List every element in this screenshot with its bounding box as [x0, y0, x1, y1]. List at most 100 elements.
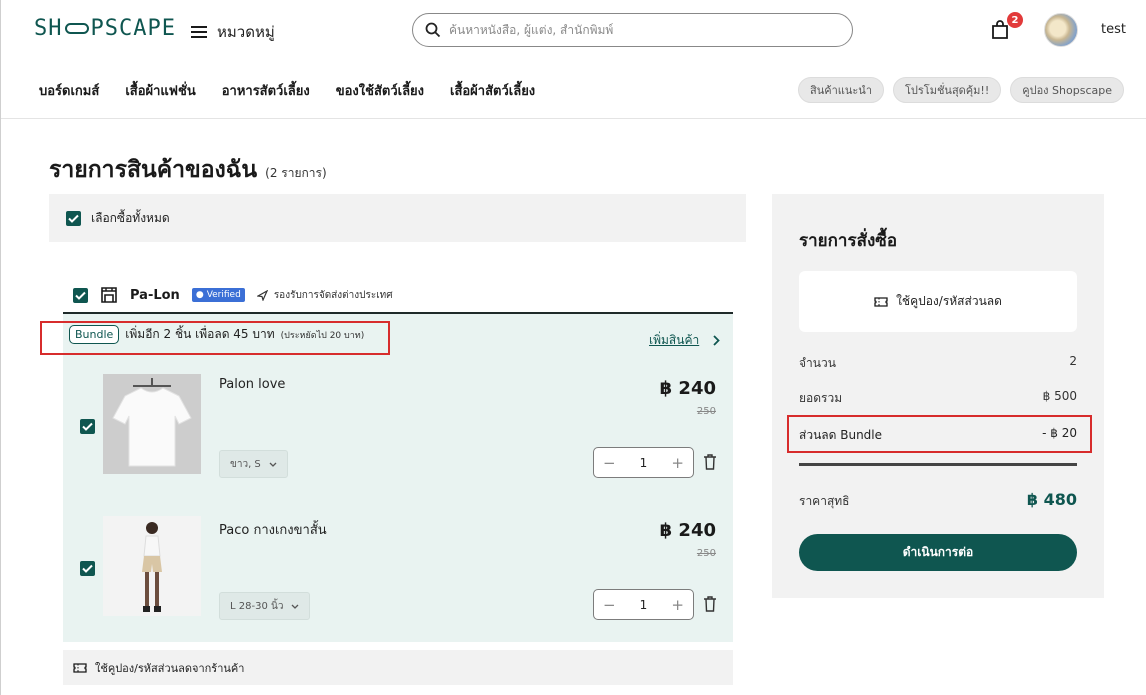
coupon-label: ใช้คูปอง/รหัสส่วนลด [896, 294, 1002, 308]
store-header: Pa-Lon ● Verified รองรับการจัดส่งต่างประเ… [63, 278, 733, 312]
bundle-offer: Bundle เพิ่มอีก 2 ชิ้น เพื่อลด 45 บาท (ป… [69, 325, 364, 344]
nav-item-pet-clothes[interactable]: เสื้อผ้าสัตว์เลี้ยง [450, 80, 535, 101]
pill-recommended[interactable]: สินค้าแนะนำ [798, 77, 884, 103]
summary-total-row: ราคาสุทธิ ฿ 480 [799, 490, 1077, 511]
shop-coupon-label[interactable]: ใช้คูปอง/รหัสส่วนลดจากร้านค้า [95, 659, 244, 677]
variant-value: ขาว, S [230, 458, 261, 470]
search-input[interactable] [449, 23, 829, 37]
quantity-label: จำนวน [799, 356, 836, 370]
bundle-text: เพิ่มอีก 2 ชิ้น เพื่อลด 45 บาท [125, 327, 275, 341]
cart-item: Paco กางเกงขาสั้น ฿ 240 250 L 28-30 นิ้ว… [63, 516, 733, 646]
item-price: ฿ 240 [659, 520, 716, 541]
bundle-discount-highlight-box [787, 415, 1092, 453]
logo-link-icon [64, 23, 89, 34]
check-icon [82, 422, 93, 431]
cart-item: Palon love ฿ 240 250 ขาว, S − 1 + [63, 374, 733, 504]
shopping-bag-icon[interactable] [991, 20, 1009, 40]
order-summary: รายการสั่งซื้อ ใช้คูปอง/รหัสส่วนลด จำนวน… [772, 194, 1104, 598]
item-name[interactable]: Paco กางเกงขาสั้น [219, 519, 327, 540]
page: SHPSCAPE หมวดหมู่ 2 test บอร์ดเกมส์ เสื้… [0, 0, 1146, 695]
chevron-down-icon [291, 604, 299, 609]
quantity-value[interactable]: 1 [640, 456, 648, 470]
username[interactable]: test [1101, 22, 1126, 37]
categories-label: หมวดหมู่ [217, 23, 275, 41]
check-icon [68, 214, 79, 223]
pill-coupons[interactable]: คูปอง Shopscape [1010, 77, 1124, 103]
total-label: ราคาสุทธิ [799, 494, 850, 508]
summary-subtotal-row: ยอดรวม ฿ 500 [799, 389, 1077, 408]
summary-title: รายการสั่งซื้อ [799, 231, 898, 251]
store-name[interactable]: Pa-Lon [130, 288, 180, 303]
tshirt-image [112, 378, 192, 467]
quantity-value: 2 [1069, 354, 1077, 368]
bundle-tag: Bundle [69, 325, 120, 344]
search-icon [425, 22, 441, 38]
categories-button[interactable]: หมวดหมู่ [191, 20, 275, 44]
item-count: (2 รายการ) [265, 166, 327, 180]
chevron-down-icon [269, 462, 277, 467]
checkout-button[interactable]: ดำเนินการต่อ [799, 534, 1077, 571]
trash-icon[interactable] [703, 454, 717, 470]
summary-quantity-row: จำนวน 2 [799, 354, 1077, 373]
increase-button[interactable]: + [671, 454, 684, 472]
nav-item-boardgames[interactable]: บอร์ดเกมส์ [39, 80, 99, 101]
cart-count-badge: 2 [1007, 12, 1023, 28]
item-name[interactable]: Palon love [219, 377, 285, 392]
shipping-label: รองรับการจัดส่งต่างประเทศ [273, 289, 393, 301]
search-bar[interactable] [412, 13, 853, 47]
item-checkbox[interactable] [80, 561, 95, 576]
verified-label: Verified [206, 290, 241, 300]
pill-promotions[interactable]: โปรโมชั่นสุดคุ้ม!! [893, 77, 1002, 103]
shop-coupon-row[interactable]: ใช้คูปอง/รหัสส่วนลดจากร้านค้า [63, 650, 733, 685]
verified-badge: ● Verified [191, 288, 245, 302]
page-title: รายการสินค้าของฉัน (2 รายการ) [49, 152, 327, 188]
variant-select[interactable]: ขาว, S [219, 450, 288, 478]
ticket-icon [874, 296, 888, 307]
variant-select[interactable]: L 28-30 นิ้ว [219, 592, 311, 620]
increase-button[interactable]: + [671, 596, 684, 614]
airplane-icon [256, 289, 268, 301]
coupon-button[interactable]: ใช้คูปอง/รหัสส่วนลด [799, 271, 1077, 332]
header-divider [1, 118, 1146, 119]
chevron-right-icon[interactable] [713, 335, 720, 346]
item-checkbox[interactable] [80, 419, 95, 434]
quantity-value[interactable]: 1 [640, 598, 648, 612]
nav-item-fashion[interactable]: เสื้อผ้าแฟชั่น [125, 80, 195, 101]
select-all-row: เลือกซื้อทั้งหมด [49, 194, 746, 242]
select-all-checkbox[interactable] [66, 210, 81, 226]
menu-icon [191, 26, 207, 38]
product-image-shorts[interactable] [103, 516, 201, 616]
item-original-price: 250 [696, 548, 716, 559]
check-icon [75, 291, 86, 300]
item-original-price: 250 [696, 406, 716, 417]
select-all-label: เลือกซื้อทั้งหมด [91, 210, 170, 225]
summary-divider [799, 463, 1077, 466]
product-image-tshirt[interactable] [103, 374, 201, 474]
subtotal-value: ฿ 500 [1042, 389, 1077, 403]
item-price: ฿ 240 [659, 378, 716, 399]
ticket-icon [73, 662, 87, 673]
model-image [142, 522, 162, 612]
add-more-link[interactable]: เพิ่มสินค้า [649, 331, 720, 350]
trash-icon[interactable] [703, 596, 717, 612]
page-title-text: รายการสินค้าของฉัน [49, 157, 258, 183]
decrease-button[interactable]: − [603, 596, 616, 614]
category-nav: บอร์ดเกมส์ เสื้อผ้าแฟชั่น อาหารสัตว์เลี้… [39, 80, 535, 101]
store-checkbox[interactable] [73, 287, 88, 303]
international-shipping: รองรับการจัดส่งต่างประเทศ [256, 288, 393, 303]
total-value: ฿ 480 [1026, 490, 1077, 509]
shopscape-logo[interactable]: SH PSCAPE [34, 16, 176, 41]
nav-item-pet-supplies[interactable]: ของใช้สัตว์เลี้ยง [336, 80, 424, 101]
nav-item-pet-food[interactable]: อาหารสัตว์เลี้ยง [222, 80, 310, 101]
decrease-button[interactable]: − [603, 454, 616, 472]
bundle-savings-note: (ประหยัดไป 20 บาท) [280, 330, 365, 341]
quantity-stepper[interactable]: − 1 + [593, 589, 694, 620]
verified-dot-icon: ● [195, 290, 204, 300]
subtotal-label: ยอดรวม [799, 391, 843, 405]
user-avatar[interactable] [1044, 13, 1078, 47]
add-more-label[interactable]: เพิ่มสินค้า [649, 331, 699, 350]
quick-links: สินค้าแนะนำ โปรโมชั่นสุดคุ้ม!! คูปอง Sho… [798, 77, 1124, 103]
variant-value: L 28-30 นิ้ว [230, 600, 284, 612]
store-icon [101, 287, 117, 303]
quantity-stepper[interactable]: − 1 + [593, 447, 694, 478]
